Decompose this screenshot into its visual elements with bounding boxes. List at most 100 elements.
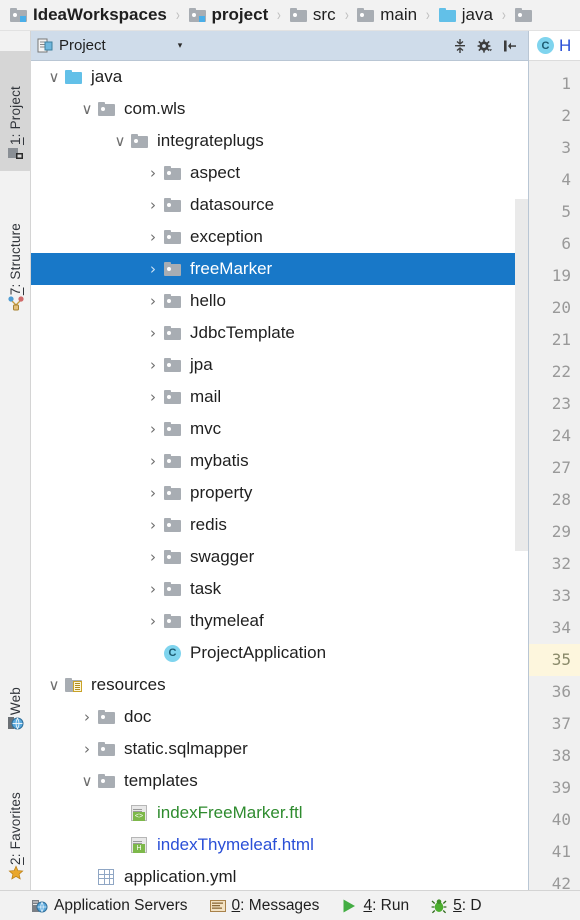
chevron-down-icon[interactable]: ∨ <box>43 676 65 694</box>
tool-stripe-button-web[interactable]: Web <box>0 656 31 741</box>
tree-row[interactable]: › jpa <box>31 349 528 381</box>
chevron-right-icon[interactable]: › <box>142 228 164 246</box>
tree-row-icon-wrap <box>98 742 122 756</box>
tree-row[interactable]: › hello <box>31 285 528 317</box>
chevron-down-icon[interactable]: ∨ <box>43 68 65 86</box>
tree-row[interactable]: › exception <box>31 221 528 253</box>
package-icon <box>98 742 115 756</box>
hide-tool-window-icon[interactable] <box>502 38 518 54</box>
status-bar-item-application-servers[interactable]: Application Servers <box>32 897 188 915</box>
chevron-right-icon[interactable]: › <box>142 612 164 630</box>
breadcrumb-separator: › <box>425 5 430 24</box>
tree-row[interactable]: › thymeleaf <box>31 605 528 637</box>
project-tree-scrollbar[interactable] <box>515 199 528 551</box>
folder-blue-icon <box>438 8 456 22</box>
tree-row[interactable]: HindexThymeleaf.html <box>31 829 528 861</box>
breadcrumb-item-src[interactable]: src <box>288 5 338 25</box>
tree-row[interactable]: ∨ com.wls <box>31 93 528 125</box>
line-number: 39 <box>551 778 571 797</box>
chevron-right-icon[interactable]: › <box>142 324 164 342</box>
tree-row[interactable]: ∨ resources <box>31 669 528 701</box>
editor-tab[interactable]: C H <box>529 31 580 61</box>
chevron-right-icon[interactable]: › <box>142 388 164 406</box>
chevron-right-icon[interactable]: › <box>142 420 164 438</box>
breadcrumb-item-project[interactable]: project <box>187 5 271 25</box>
tree-row[interactable]: › property <box>31 477 528 509</box>
tree-row[interactable]: › mail <box>31 381 528 413</box>
status-bar-item-4-run[interactable]: 4: Run <box>341 897 409 915</box>
tree-row[interactable]: C ProjectApplication <box>31 637 528 669</box>
tree-row[interactable]: ∨ java <box>31 61 528 93</box>
tree-row-icon-wrap: H <box>131 837 155 853</box>
chevron-down-icon[interactable]: ▾ <box>178 40 183 51</box>
tree-row-icon-wrap <box>65 70 89 84</box>
project-tree[interactable]: ∨ java ∨ com.wls ∨ integrateplugs › aspect › data… <box>31 61 528 890</box>
chevron-down-icon[interactable]: ∨ <box>76 100 98 118</box>
tool-stripe-button-structure[interactable]: 7: Structure <box>0 186 31 321</box>
tree-row-icon-wrap <box>131 134 155 148</box>
tree-row[interactable]: › mvc <box>31 413 528 445</box>
project-tool-window-title: Project <box>59 37 106 54</box>
chevron-right-icon[interactable]: › <box>142 292 164 310</box>
tree-row[interactable]: › doc <box>31 701 528 733</box>
status-bar-item-label: 4: Run <box>363 896 410 914</box>
tree-row[interactable]: › mybatis <box>31 445 528 477</box>
line-number: 19 <box>551 266 571 285</box>
package-icon <box>131 134 148 148</box>
tree-row[interactable]: ∨ integrateplugs <box>31 125 528 157</box>
status-bar-item-5-d[interactable]: 5: D <box>431 897 482 915</box>
line-number: 1 <box>561 74 571 93</box>
tool-stripe-button-favorites[interactable]: 2: Favorites <box>0 756 31 891</box>
tree-row[interactable]: <> indexFreeMarker.ftl <box>31 797 528 829</box>
chevron-right-icon[interactable]: › <box>142 196 164 214</box>
chevron-right-icon[interactable]: › <box>142 260 164 278</box>
web-icon <box>7 715 24 731</box>
tree-row-label: task <box>190 579 222 598</box>
tree-row[interactable]: › swagger <box>31 541 528 573</box>
tree-row-icon-wrap <box>164 582 188 596</box>
tree-row[interactable]: › static.sqlmapper <box>31 733 528 765</box>
tree-row[interactable]: › redis <box>31 509 528 541</box>
chevron-right-icon[interactable]: › <box>76 740 98 758</box>
tree-row-label: integrateplugs <box>157 131 264 150</box>
chevron-right-icon[interactable]: › <box>142 516 164 534</box>
breadcrumb-item-java[interactable]: java <box>437 5 495 25</box>
tool-stripe-button-label: Web <box>8 686 23 715</box>
tree-row-icon-wrap: C <box>164 644 188 662</box>
collapse-all-icon[interactable] <box>452 38 468 54</box>
chevron-down-icon[interactable]: ∨ <box>76 772 98 790</box>
application-servers-icon <box>32 898 48 914</box>
tree-row[interactable]: › JdbcTemplate <box>31 317 528 349</box>
chevron-right-icon[interactable]: › <box>142 452 164 470</box>
tree-row-icon-wrap <box>164 486 188 500</box>
tool-stripe-button-project[interactable]: 1: Project <box>0 51 31 171</box>
tree-row-label: static.sqlmapper <box>124 739 248 758</box>
chevron-right-icon[interactable]: › <box>142 484 164 502</box>
package-icon <box>164 358 181 372</box>
chevron-right-icon[interactable]: › <box>76 708 98 726</box>
package-icon <box>164 198 181 212</box>
chevron-down-icon[interactable]: ∨ <box>109 132 131 150</box>
java-class-icon: C <box>164 644 181 662</box>
tree-row[interactable]: › task <box>31 573 528 605</box>
tree-row[interactable]: ∨ templates <box>31 765 528 797</box>
chevron-right-icon[interactable]: › <box>142 580 164 598</box>
breadcrumb-separator: › <box>175 5 180 24</box>
breadcrumb-item-overflow[interactable] <box>513 8 540 22</box>
status-bar-item-0-messages[interactable]: 0: Messages <box>209 897 319 915</box>
tree-row-label: aspect <box>190 163 241 182</box>
chevron-right-icon[interactable]: › <box>142 164 164 182</box>
tree-row-label: indexFreeMarker.ftl <box>157 803 303 822</box>
line-number: 32 <box>551 554 571 573</box>
gear-icon[interactable] <box>477 38 493 54</box>
chevron-right-icon[interactable]: › <box>142 356 164 374</box>
breadcrumb-item-ideaworkspaces[interactable]: IdeaWorkspaces <box>8 5 169 25</box>
package-icon <box>164 166 181 180</box>
breadcrumb-item-main[interactable]: main <box>355 5 419 25</box>
tree-row[interactable]: › freeMarker <box>31 253 528 285</box>
tree-row[interactable]: › datasource <box>31 189 528 221</box>
tree-row[interactable]: application.yml <box>31 861 528 890</box>
chevron-right-icon[interactable]: › <box>142 548 164 566</box>
breadcrumb-item-label: src <box>312 5 336 24</box>
tree-row[interactable]: › aspect <box>31 157 528 189</box>
